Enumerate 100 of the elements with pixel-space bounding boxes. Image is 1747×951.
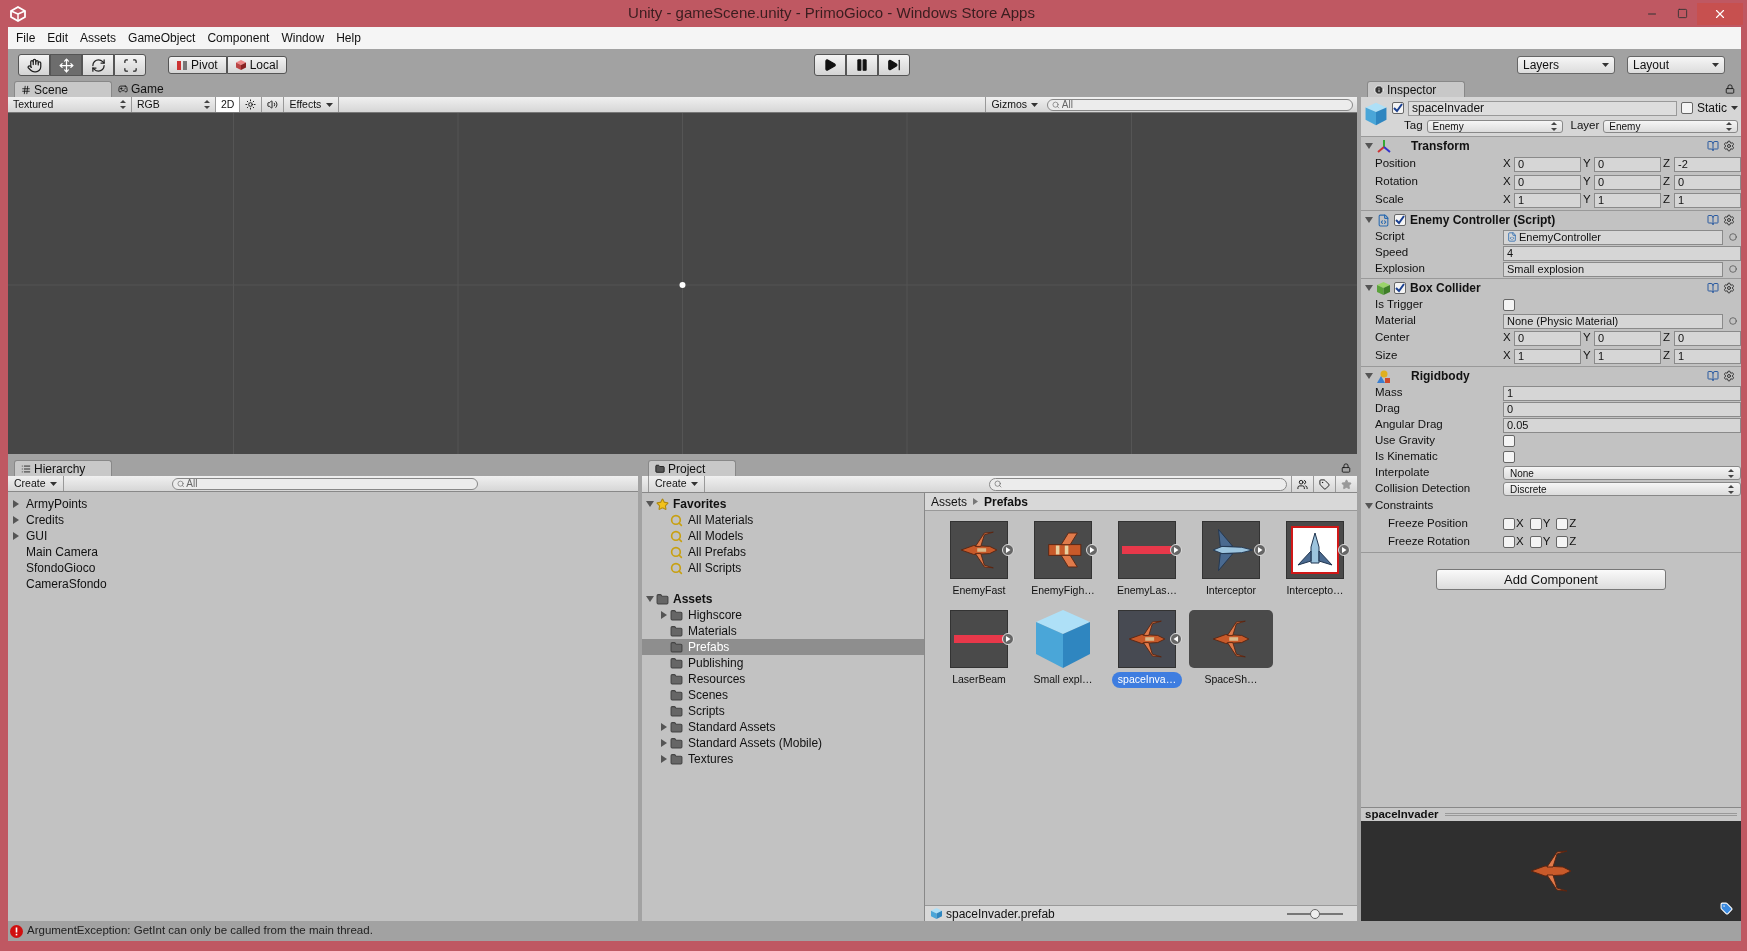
asset-thumbnail[interactable] xyxy=(1189,610,1273,668)
help-icon[interactable] xyxy=(1707,370,1719,382)
asset-label[interactable]: EnemyFigh… xyxy=(1025,583,1101,599)
checkbox[interactable] xyxy=(1503,299,1515,311)
lock-icon[interactable] xyxy=(1341,463,1351,473)
checkbox[interactable] xyxy=(1681,102,1693,114)
shading-dropdown[interactable]: Textured xyxy=(8,97,132,112)
move-tool-button[interactable] xyxy=(50,54,82,76)
tree-item[interactable]: All Models xyxy=(642,528,924,544)
expand-arrow-icon[interactable] xyxy=(660,739,668,747)
expand-arrow-icon[interactable] xyxy=(1365,142,1373,150)
menu-item[interactable]: Component xyxy=(203,29,274,47)
panel-tab[interactable]: Project xyxy=(648,460,736,476)
expand-arrow-icon[interactable] xyxy=(646,500,654,508)
asset-label[interactable]: Small expl… xyxy=(1027,672,1099,688)
hierarchy-item[interactable]: Main Camera xyxy=(22,543,99,561)
number-field[interactable]: 0 xyxy=(1674,174,1741,190)
panel-tab[interactable]: Scene xyxy=(14,81,112,97)
checkbox[interactable] xyxy=(1503,435,1515,447)
number-field[interactable]: 1 xyxy=(1514,348,1581,364)
settings-icon[interactable] xyxy=(1723,370,1735,382)
panel-tab[interactable]: Hierarchy xyxy=(14,460,112,476)
expand-arrow-icon[interactable] xyxy=(646,595,654,603)
hand-tool-button[interactable] xyxy=(18,54,50,76)
number-field[interactable]: 1 xyxy=(1594,348,1661,364)
tree-item[interactable]: Highscore xyxy=(642,607,924,623)
tree-item[interactable]: Materials xyxy=(642,623,924,639)
checkbox[interactable] xyxy=(1503,536,1515,548)
pivot-button[interactable]: Pivot xyxy=(168,56,227,74)
object-field[interactable]: Small explosion xyxy=(1503,261,1723,277)
asset-thumbnail[interactable] xyxy=(1202,521,1260,579)
tree-item[interactable]: Resources xyxy=(642,671,924,687)
component-title[interactable]: Transform xyxy=(1411,137,1703,155)
tree-item[interactable]: Scenes xyxy=(642,687,924,703)
menu-item[interactable]: Window xyxy=(277,29,329,47)
panel-tab[interactable]: Inspector xyxy=(1367,81,1465,97)
checkbox[interactable] xyxy=(1556,518,1569,530)
step-button[interactable] xyxy=(878,54,911,76)
add-component-button[interactable]: Add Component xyxy=(1436,569,1666,590)
number-field[interactable]: 4 xyxy=(1503,245,1741,261)
expand-arrow-icon[interactable] xyxy=(12,516,20,524)
create-dropdown[interactable]: Create xyxy=(8,476,64,491)
scale-tool-button[interactable] xyxy=(114,54,146,76)
checkbox[interactable] xyxy=(1392,102,1404,114)
asset-label[interactable]: Intercepto… xyxy=(1280,583,1350,599)
hierarchy-item[interactable]: CameraSfondo xyxy=(22,575,107,593)
tree-item[interactable]: Publishing xyxy=(642,655,924,671)
hierarchy-item[interactable]: ArmyPoints xyxy=(22,495,88,513)
settings-icon[interactable] xyxy=(1723,214,1735,226)
checkbox[interactable] xyxy=(1529,518,1542,530)
tree-item[interactable]: All Scripts xyxy=(642,560,924,576)
panel-tab[interactable]: Game xyxy=(112,81,210,97)
tree-section-label[interactable]: Favorites xyxy=(671,495,727,513)
checkbox[interactable] xyxy=(1556,536,1569,548)
number-field[interactable]: 1 xyxy=(1594,192,1661,208)
search-input[interactable]: All xyxy=(1061,97,1348,112)
asset-thumbnail[interactable] xyxy=(950,521,1008,579)
hierarchy-item[interactable]: SfondoGioco xyxy=(22,559,96,577)
menu-item[interactable]: Edit xyxy=(43,29,73,47)
object-picker-icon[interactable] xyxy=(1729,265,1737,273)
search-input[interactable]: All xyxy=(186,476,473,491)
object-name-field[interactable]: spaceInvader xyxy=(1408,100,1677,116)
number-field[interactable]: 0 xyxy=(1514,330,1581,346)
tag-icon[interactable] xyxy=(1720,902,1733,915)
number-field[interactable]: 1 xyxy=(1514,192,1581,208)
asset-thumbnail-icon[interactable] xyxy=(1034,610,1092,668)
object-picker-icon[interactable] xyxy=(1729,233,1737,241)
number-field[interactable]: 1 xyxy=(1674,192,1741,208)
local-button[interactable]: Local xyxy=(226,56,288,74)
tree-item[interactable]: Standard Assets xyxy=(642,719,924,735)
checkbox[interactable] xyxy=(1503,451,1515,463)
create-dropdown[interactable]: Create xyxy=(648,476,705,492)
component-title[interactable]: Enemy Controller (Script) xyxy=(1410,211,1703,229)
asset-label[interactable]: spaceInva… xyxy=(1111,672,1183,688)
asset-label[interactable]: Interceptor xyxy=(1199,583,1263,599)
component-title[interactable]: Rigidbody xyxy=(1411,367,1703,385)
tag-dropdown[interactable]: Enemy xyxy=(1426,119,1563,133)
asset-thumbnail[interactable] xyxy=(1286,521,1344,579)
pause-button[interactable] xyxy=(846,54,879,76)
dropdown[interactable]: Discrete xyxy=(1503,482,1741,496)
number-field[interactable]: 1 xyxy=(1503,385,1741,401)
tree-item[interactable]: All Prefabs xyxy=(642,544,924,560)
expand-arrow-icon[interactable] xyxy=(660,755,668,763)
effects-dropdown[interactable]: Effects xyxy=(284,97,340,112)
asset-thumbnail[interactable] xyxy=(1118,610,1176,668)
layout-dropdown[interactable]: Layout xyxy=(1627,56,1725,74)
number-field[interactable]: 0 xyxy=(1674,330,1741,346)
asset-thumbnail[interactable] xyxy=(1118,521,1176,579)
checkbox[interactable] xyxy=(1394,214,1406,226)
rotate-tool-button[interactable] xyxy=(82,54,114,76)
object-field[interactable]: EnemyController xyxy=(1503,229,1723,245)
menu-item[interactable]: GameObject xyxy=(124,29,200,47)
2d-toggle[interactable]: 2D xyxy=(216,97,241,112)
object-picker-icon[interactable] xyxy=(1729,317,1737,325)
number-field[interactable]: 0 xyxy=(1594,174,1661,190)
settings-icon[interactable] xyxy=(1723,282,1735,294)
slider-thumb[interactable] xyxy=(1310,908,1320,919)
layer-dropdown[interactable]: Enemy xyxy=(1603,119,1738,133)
expand-arrow-icon[interactable] xyxy=(12,532,20,540)
number-field[interactable]: 0 xyxy=(1594,156,1661,172)
